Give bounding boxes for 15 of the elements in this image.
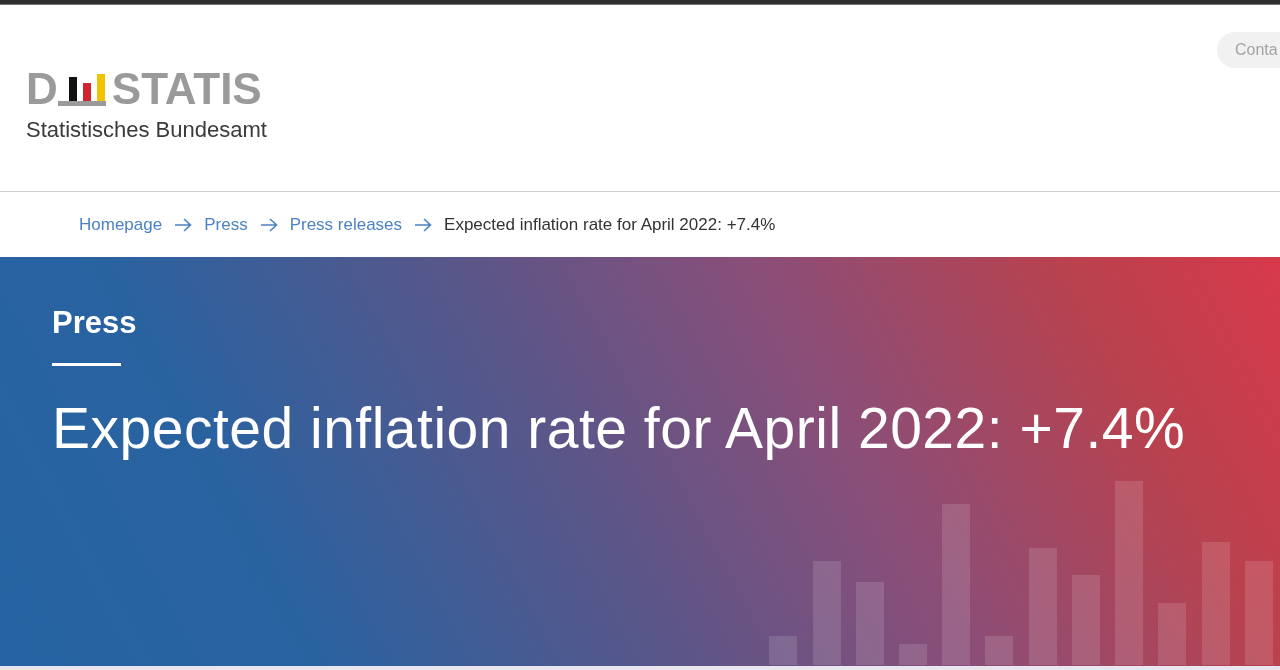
arrow-right-icon	[414, 217, 433, 232]
breadcrumb-link[interactable]: Press releases	[289, 214, 403, 235]
breadcrumb-link[interactable]: Homepage	[79, 214, 163, 235]
logo-text: STATIS	[111, 67, 262, 111]
breadcrumb-current: Expected inflation rate for April 2022: +7.4%	[444, 214, 776, 235]
arrow-right-icon	[174, 217, 193, 232]
breadcrumb-link[interactable]: Press	[204, 214, 248, 235]
logo-text: D	[26, 67, 58, 111]
flag-bars-icon	[57, 74, 106, 106]
arrow-right-icon	[259, 217, 278, 232]
section-label: Press	[52, 305, 137, 341]
logo-link[interactable]: D STATIS Statistisches Bundesamt	[26, 67, 267, 143]
logo-subtitle: Statistisches Bundesamt	[26, 117, 267, 143]
contact-button[interactable]: Conta	[1217, 32, 1280, 68]
page-title: Expected inflation rate for April 2022: +7.4%	[52, 396, 1186, 460]
